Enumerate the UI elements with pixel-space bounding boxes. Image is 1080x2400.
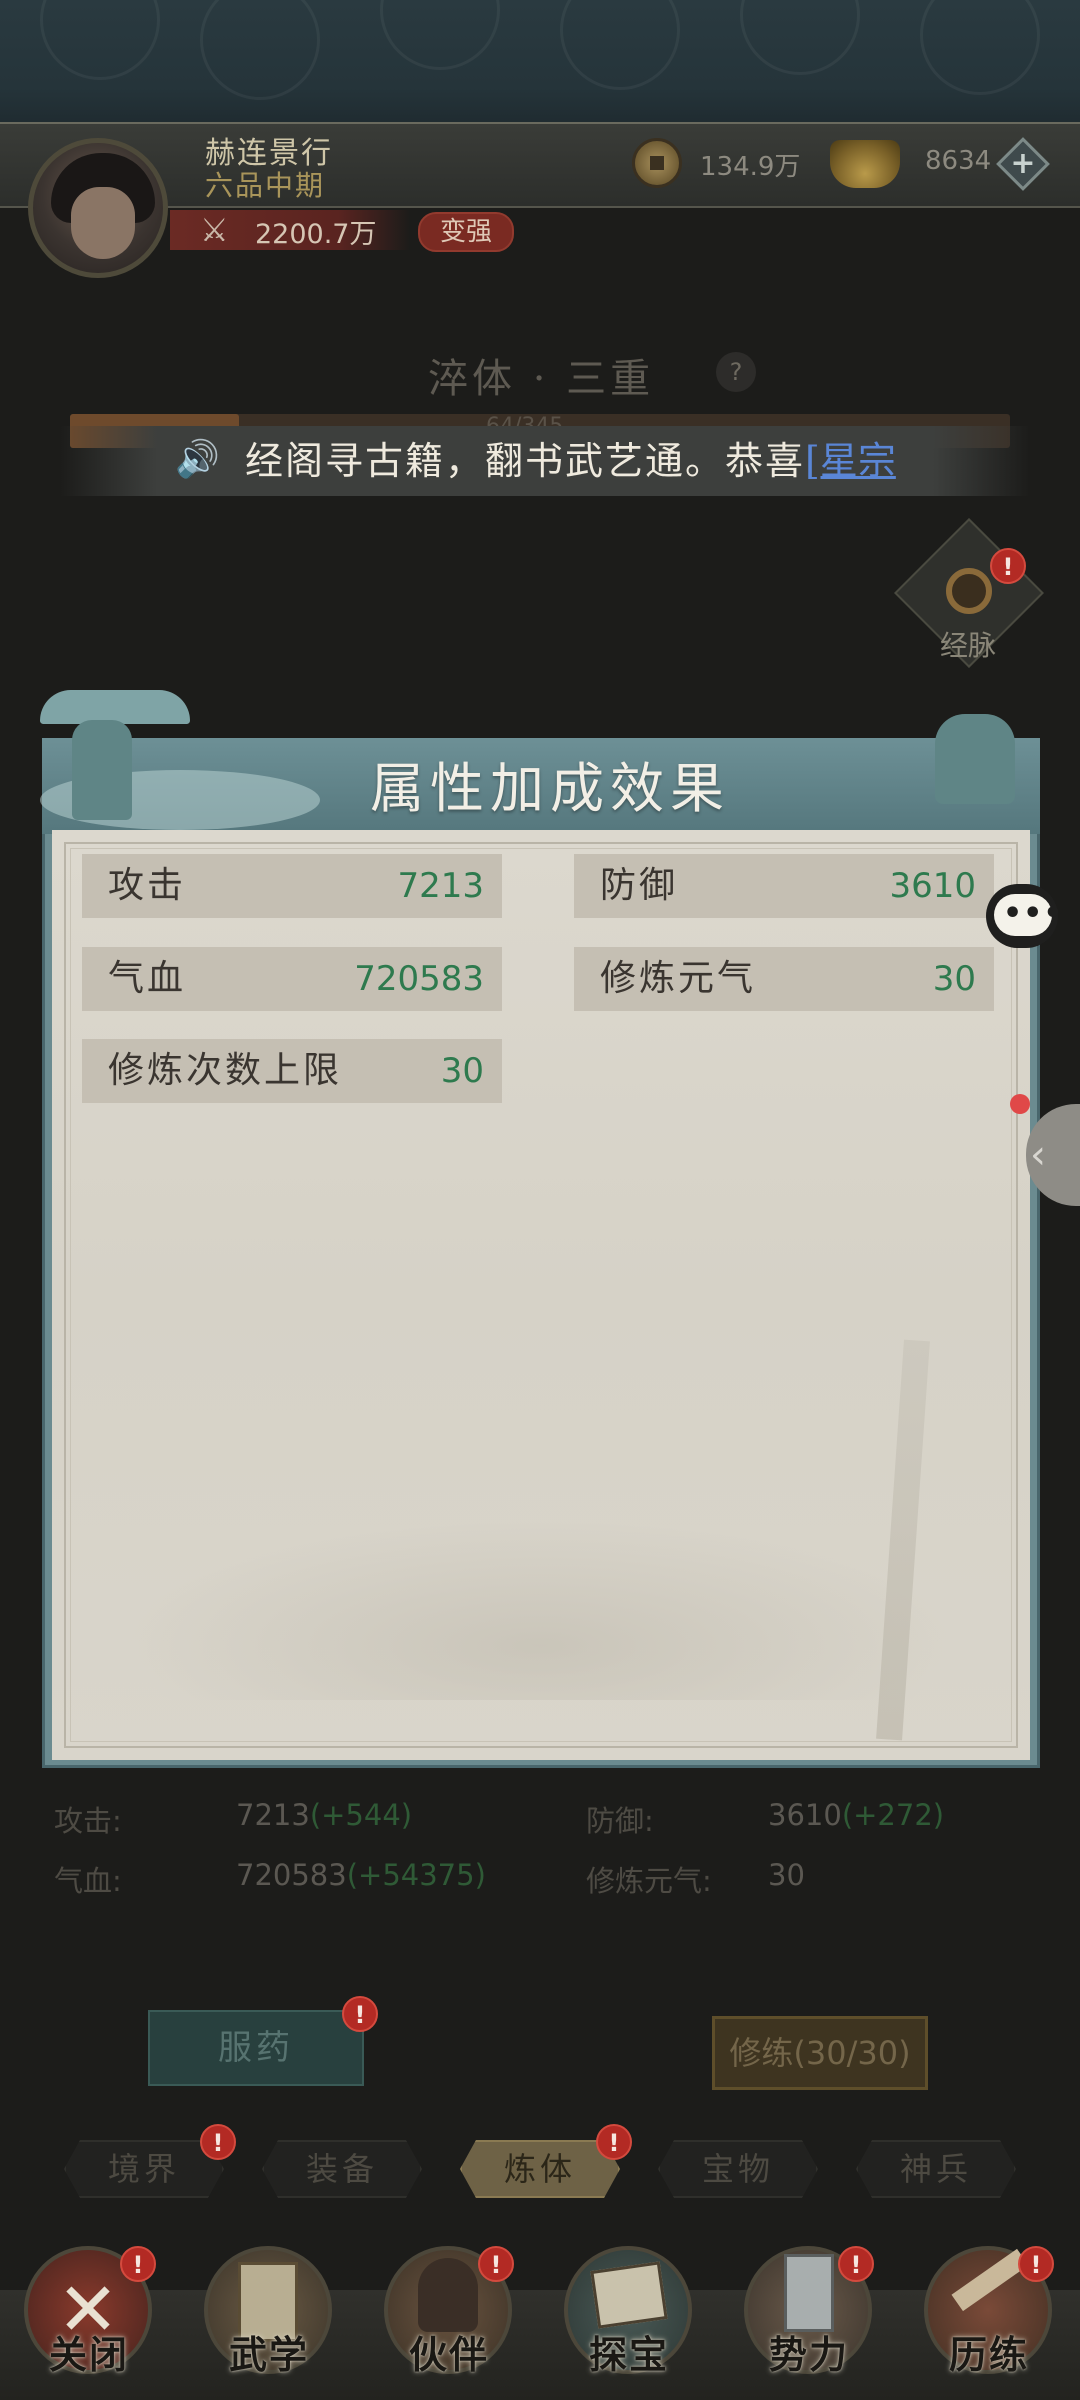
stat-label: 攻击 xyxy=(108,865,187,906)
summary-defense-value: 3610 xyxy=(768,1798,842,1832)
nav-close-label: 关闭 xyxy=(48,2332,129,2377)
treasure-map-icon xyxy=(590,2261,668,2329)
chat-dots-icon: ••• xyxy=(1003,896,1064,931)
nav-faction-badge: ! xyxy=(838,2246,874,2282)
strengthen-button[interactable]: 变强 xyxy=(418,212,514,252)
gold-ingot-icon xyxy=(830,140,900,188)
crossed-swords-icon: ⚔ xyxy=(200,211,229,249)
summary-qi-value: 30 xyxy=(768,1858,805,1892)
umbrella-decoration xyxy=(40,690,190,724)
tab-equipment[interactable]: 装备 xyxy=(262,2140,422,2198)
stat-value: 7213 xyxy=(397,866,484,906)
faction-banner-icon xyxy=(784,2254,834,2332)
coin-amount: 134.9万 xyxy=(700,152,801,182)
summary-qi-label: 修炼元气: xyxy=(586,1864,712,1898)
nav-partner-badge: ! xyxy=(478,2246,514,2282)
tab-body-refining[interactable]: 炼体 xyxy=(460,2140,620,2198)
take-medicine-button[interactable]: 服药 xyxy=(148,2010,364,2086)
modal-title: 属性加成效果 xyxy=(370,757,730,820)
summary-defense: 3610(+272) xyxy=(768,1798,944,1832)
stat-label: 修炼元气 xyxy=(600,958,757,999)
mist-decoration xyxy=(120,1520,960,1700)
stat-label: 修炼次数上限 xyxy=(108,1050,343,1091)
nav-martial-arts-label: 武学 xyxy=(228,2332,309,2377)
stat-hp: 气血 720583 xyxy=(82,947,502,1011)
speaker-icon: 🔊 xyxy=(175,439,220,480)
player-rank: 六品中期 xyxy=(205,169,326,202)
realm-title: 淬体 · 三重 xyxy=(428,356,655,402)
cultivate-button[interactable]: 修练(30/30) xyxy=(712,2016,928,2090)
stat-value: 720583 xyxy=(354,959,484,999)
help-icon[interactable]: ? xyxy=(716,352,756,392)
swordsman-decoration xyxy=(72,720,132,820)
tab-divine-weapon[interactable]: 神兵 xyxy=(856,2140,1016,2198)
copper-coin-icon xyxy=(632,138,682,188)
summary-hp-label: 气血: xyxy=(54,1864,122,1898)
summary-attack-value: 7213 xyxy=(236,1798,310,1832)
nav-adventure-badge: ! xyxy=(1018,2246,1054,2282)
plus-icon: + xyxy=(1010,146,1036,181)
nav-faction-label: 势力 xyxy=(768,2332,849,2377)
partner-portrait-icon xyxy=(418,2258,478,2332)
announcement-window: 经阁寻古籍，翻书武艺通。恭喜[星宗 xyxy=(245,432,955,490)
nav-close-badge: ! xyxy=(120,2246,156,2282)
summary-attack-label: 攻击: xyxy=(54,1804,122,1838)
stat-defense: 防御 3610 xyxy=(574,854,994,918)
notification-dot xyxy=(1010,1094,1030,1114)
chevron-left-icon: ‹ xyxy=(1030,1132,1046,1178)
scenery-band xyxy=(0,0,1080,125)
rider-decoration xyxy=(935,714,1015,804)
stat-cultivation-limit: 修炼次数上限 30 xyxy=(82,1039,502,1103)
nav-adventure-label: 历练 xyxy=(948,2332,1029,2377)
nav-treasure-hunt-label: 探宝 xyxy=(588,2332,669,2377)
meridian-label: 经脉 xyxy=(940,629,997,662)
ingot-amount: 8634 xyxy=(925,146,992,176)
announcement-link[interactable]: [星宗 xyxy=(805,439,896,483)
stat-label: 防御 xyxy=(600,865,679,906)
summary-hp-value: 720583 xyxy=(236,1858,347,1892)
summary-defense-increase: (+272) xyxy=(841,1798,945,1832)
tab-body-refining-badge: ! xyxy=(596,2124,632,2160)
summary-hp: 720583(+54375) xyxy=(236,1858,486,1892)
stat-value: 30 xyxy=(932,959,976,999)
meridian-alert-badge: ! xyxy=(990,548,1026,584)
meridian-icon xyxy=(946,568,992,614)
stat-value: 30 xyxy=(440,1051,484,1091)
stat-attack: 攻击 7213 xyxy=(82,854,502,918)
stat-qi: 修炼元气 30 xyxy=(574,947,994,1011)
summary-attack: 7213(+544) xyxy=(236,1798,412,1832)
stat-value: 3610 xyxy=(889,866,976,906)
combat-power: 2200.7万 xyxy=(255,219,377,250)
summary-defense-label: 防御: xyxy=(586,1804,654,1838)
tab-realm[interactable]: 境界 xyxy=(64,2140,224,2198)
nav-partner-label: 伙伴 xyxy=(408,2332,489,2377)
tab-realm-badge: ! xyxy=(200,2124,236,2160)
summary-attack-increase: (+544) xyxy=(309,1798,413,1832)
medicine-alert-badge: ! xyxy=(342,1996,378,2032)
announcement-text: 经阁寻古籍，翻书武艺通。恭喜 xyxy=(245,439,806,483)
tab-treasure[interactable]: 宝物 xyxy=(658,2140,818,2198)
summary-hp-increase: (+54375) xyxy=(346,1858,486,1892)
avatar[interactable] xyxy=(28,138,168,278)
stat-label: 气血 xyxy=(108,958,187,999)
